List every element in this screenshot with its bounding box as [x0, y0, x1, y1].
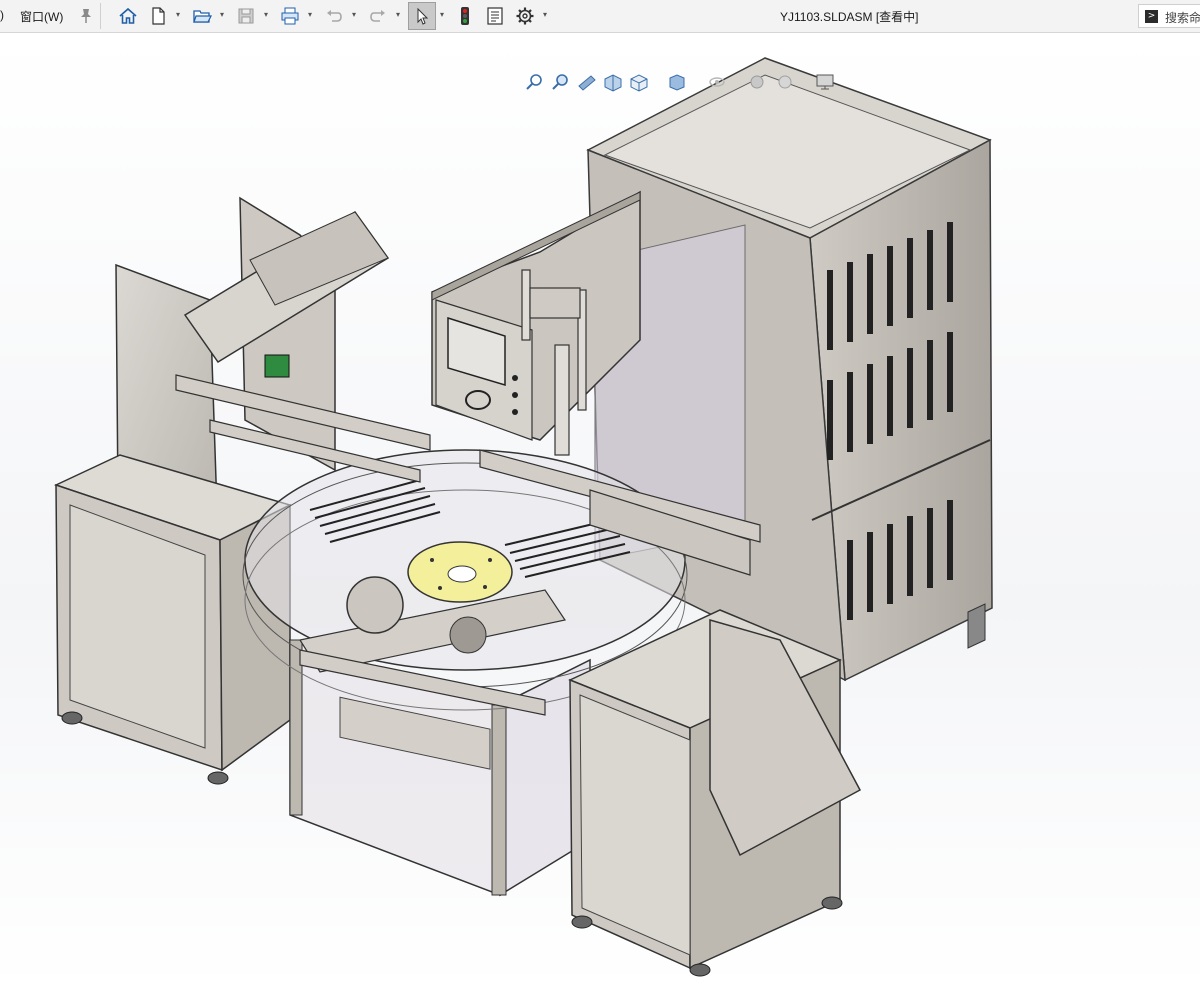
chevron-down-icon[interactable]: ▾	[440, 11, 447, 19]
left-base-cabinet[interactable]	[53, 454, 293, 785]
open-folder-icon[interactable]	[190, 4, 214, 28]
home-icon[interactable]	[116, 4, 140, 28]
view-settings-icon[interactable]	[814, 71, 836, 93]
drive-motor	[346, 576, 404, 634]
chevron-down-icon[interactable]: ▾	[396, 11, 403, 19]
options-gear-icon[interactable]	[513, 4, 537, 28]
index-plate[interactable]	[407, 541, 513, 603]
redo-icon[interactable]	[366, 4, 390, 28]
chevron-down-icon[interactable]: ▾	[352, 11, 359, 19]
print-icon[interactable]	[278, 4, 302, 28]
edit-appearance-icon[interactable]	[746, 71, 768, 93]
toolbar-separator	[100, 3, 101, 29]
apply-scene-icon[interactable]	[774, 71, 796, 93]
hide-show-items-icon[interactable]	[706, 71, 728, 93]
graphics-area[interactable]	[0, 33, 1200, 989]
chevron-down-icon[interactable]: ▾	[308, 11, 315, 19]
section-view-icon[interactable]	[602, 71, 624, 93]
display-style-icon[interactable]	[666, 71, 688, 93]
previous-view-icon[interactable]	[576, 71, 598, 93]
new-document-icon[interactable]	[146, 4, 170, 28]
zoom-to-fit-icon[interactable]	[524, 71, 546, 93]
traffic-light-icon[interactable]	[453, 4, 477, 28]
select-pointer-icon[interactable]	[408, 2, 436, 30]
save-icon[interactable]	[234, 4, 258, 28]
search-commands-input[interactable]: > 搜索命	[1138, 4, 1200, 28]
assembly-model-view[interactable]	[0, 33, 1200, 989]
search-placeholder: 搜索命	[1165, 11, 1200, 25]
title-toolbar: ) 窗口(W) ▾ ▾ ▾ ▾ ▾ ▾ ▾ ▾ YJ1103.SLDASM [查…	[0, 0, 1200, 33]
undo-icon[interactable]	[322, 4, 346, 28]
file-properties-icon[interactable]	[483, 4, 507, 28]
discharge-cabinet[interactable]	[568, 609, 862, 977]
chevron-down-icon[interactable]: ▾	[264, 11, 271, 19]
menu-partial-item[interactable]: )	[0, 8, 4, 22]
pin-icon[interactable]	[74, 4, 98, 28]
document-title: YJ1103.SLDASM [查看中]	[780, 10, 919, 24]
command-prompt-icon: >	[1145, 10, 1158, 23]
chevron-down-icon[interactable]: ▾	[220, 11, 227, 19]
view-orientation-icon[interactable]	[628, 71, 650, 93]
chevron-down-icon[interactable]: ▾	[176, 11, 183, 19]
menu-window[interactable]: 窗口(W)	[20, 8, 63, 25]
chevron-down-icon[interactable]: ▾	[543, 11, 550, 19]
zoom-to-area-icon[interactable]	[550, 71, 572, 93]
